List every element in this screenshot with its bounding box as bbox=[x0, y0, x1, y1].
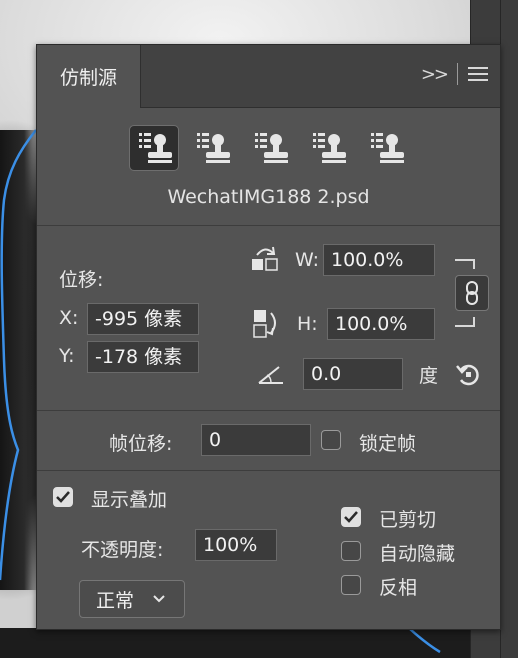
clone-source-3-button[interactable] bbox=[245, 125, 295, 171]
section-divider bbox=[37, 225, 500, 226]
lock-frame-checkbox[interactable] bbox=[321, 430, 341, 450]
show-overlay-label: 显示叠加 bbox=[91, 489, 168, 511]
checkmark-icon bbox=[56, 491, 70, 503]
offset-label: 位移: bbox=[59, 269, 104, 291]
angle-field[interactable]: 0.0 bbox=[303, 358, 403, 390]
auto-hide-label: 自动隐藏 bbox=[379, 543, 456, 565]
clone-source-buttons bbox=[129, 125, 411, 171]
link-bracket-top bbox=[455, 259, 475, 269]
width-scale-field[interactable]: 100.0% bbox=[323, 244, 435, 276]
flip-horizontal-icon[interactable] bbox=[249, 245, 281, 273]
tab-clone-source[interactable]: 仿制源 bbox=[37, 45, 141, 108]
clone-source-2-button[interactable] bbox=[187, 125, 237, 171]
section-divider bbox=[37, 410, 500, 411]
photo-bottom-region bbox=[0, 628, 470, 658]
h-label: H: bbox=[297, 313, 318, 335]
angle-icon bbox=[258, 366, 283, 384]
blend-mode-value: 正常 bbox=[96, 589, 135, 612]
clone-source-panel: 仿制源 >> WechatIMG188 2.psd 位移: X: -995 像素… bbox=[36, 44, 501, 630]
link-bracket-bottom bbox=[455, 317, 475, 327]
tab-menu-divider bbox=[457, 63, 458, 85]
clipped-checkbox[interactable] bbox=[341, 507, 361, 527]
frame-offset-field[interactable]: 0 bbox=[201, 424, 311, 456]
chain-link-icon bbox=[466, 281, 478, 305]
x-offset-field[interactable]: -995 像素 bbox=[87, 303, 199, 335]
clone-stamp-icon bbox=[139, 133, 172, 163]
clone-stamp-icon bbox=[371, 133, 404, 163]
tab-title: 仿制源 bbox=[59, 67, 117, 89]
blend-mode-select[interactable]: 正常 bbox=[79, 580, 185, 618]
clone-stamp-icon bbox=[255, 133, 288, 163]
clone-stamp-icon bbox=[313, 133, 346, 163]
link-width-height-button[interactable] bbox=[455, 275, 489, 311]
angle-unit-label: 度 bbox=[419, 365, 439, 387]
invert-label: 反相 bbox=[379, 577, 418, 599]
y-offset-field[interactable]: -178 像素 bbox=[87, 341, 199, 373]
double-chevron-right-icon[interactable]: >> bbox=[421, 64, 449, 85]
panel-tab-bar: 仿制源 >> bbox=[37, 45, 500, 108]
opacity-label: 不透明度: bbox=[81, 539, 164, 561]
checkmark-icon bbox=[344, 511, 358, 523]
clipped-label: 已剪切 bbox=[379, 509, 437, 531]
clone-source-4-button[interactable] bbox=[303, 125, 353, 171]
source-file-name: WechatIMG188 2.psd bbox=[167, 186, 370, 208]
w-label: W: bbox=[295, 249, 320, 271]
auto-hide-checkbox[interactable] bbox=[341, 541, 361, 561]
reset-rotate-icon[interactable] bbox=[455, 361, 481, 387]
frame-offset-label: 帧位移: bbox=[109, 433, 173, 455]
clone-source-5-button[interactable] bbox=[361, 125, 411, 171]
clone-source-1-button[interactable] bbox=[129, 125, 179, 171]
lock-frame-label: 锁定帧 bbox=[359, 433, 417, 455]
hamburger-menu-icon[interactable] bbox=[468, 67, 488, 81]
height-scale-field[interactable]: 100.0% bbox=[327, 308, 435, 340]
show-overlay-checkbox[interactable] bbox=[53, 487, 73, 507]
opacity-field[interactable]: 100% bbox=[195, 529, 277, 561]
clone-stamp-icon bbox=[197, 133, 230, 163]
chevron-down-icon bbox=[153, 595, 165, 603]
flip-vertical-icon[interactable] bbox=[251, 307, 281, 341]
y-label: Y: bbox=[59, 345, 75, 367]
photo-dark-region bbox=[0, 130, 40, 590]
panel-tab-menu: >> bbox=[421, 63, 488, 85]
section-divider bbox=[37, 470, 500, 471]
x-label: X: bbox=[59, 307, 79, 329]
invert-checkbox[interactable] bbox=[341, 575, 361, 595]
